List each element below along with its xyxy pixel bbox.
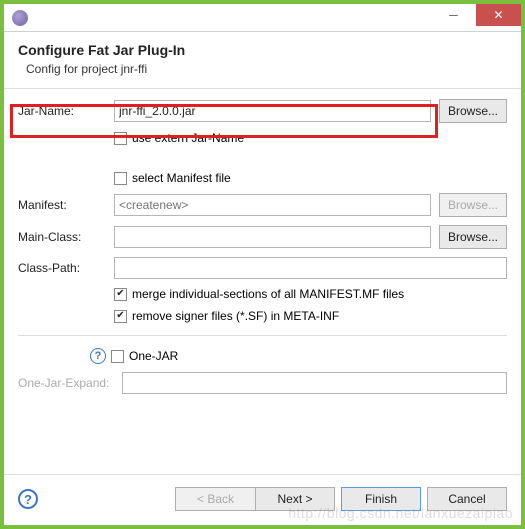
one-jar-expand-label: One-Jar-Expand: [18, 376, 114, 390]
use-extern-label: use extern Jar-Name [132, 131, 244, 145]
page-subtitle: Config for project jnr-ffi [18, 62, 507, 76]
select-manifest-checkbox[interactable] [114, 172, 127, 185]
dialog-window: ─ ✕ Configure Fat Jar Plug-In Config for… [4, 4, 521, 525]
use-extern-row: use extern Jar-Name [114, 131, 507, 145]
dialog-footer: ? < Back Next > Finish Cancel [4, 474, 521, 525]
page-title: Configure Fat Jar Plug-In [18, 42, 507, 58]
dialog-content: Jar-Name: Browse... use extern Jar-Name … [4, 89, 521, 474]
finish-button[interactable]: Finish [341, 487, 421, 511]
jar-name-input[interactable] [114, 100, 431, 122]
help-icon[interactable]: ? [90, 348, 106, 364]
class-path-row: Class-Path: [18, 257, 507, 279]
merge-sections-label: merge individual-sections of all MANIFES… [132, 287, 404, 301]
class-path-label: Class-Path: [18, 261, 106, 275]
one-jar-expand-row: One-Jar-Expand: [18, 372, 507, 394]
one-jar-expand-input [122, 372, 507, 394]
one-jar-label: One-JAR [129, 349, 178, 363]
next-button[interactable]: Next > [255, 487, 335, 511]
merge-sections-row: merge individual-sections of all MANIFES… [114, 287, 507, 301]
minimize-button[interactable]: ─ [431, 4, 476, 26]
one-jar-row: ? One-JAR [90, 348, 507, 364]
jar-name-label: Jar-Name: [18, 104, 106, 118]
remove-signer-row: remove signer files (*.SF) in META-INF [114, 309, 507, 323]
remove-signer-label: remove signer files (*.SF) in META-INF [132, 309, 339, 323]
eclipse-icon [12, 10, 28, 26]
back-button: < Back [175, 487, 255, 511]
merge-sections-checkbox[interactable] [114, 288, 127, 301]
main-class-browse-button[interactable]: Browse... [439, 225, 507, 249]
jar-name-browse-button[interactable]: Browse... [439, 99, 507, 123]
footer-help-icon[interactable]: ? [18, 489, 38, 509]
class-path-input[interactable] [114, 257, 507, 279]
titlebar: ─ ✕ [4, 4, 521, 32]
main-class-row: Main-Class: Browse... [18, 225, 507, 249]
use-extern-checkbox[interactable] [114, 132, 127, 145]
select-manifest-row: select Manifest file [114, 171, 507, 185]
cancel-button[interactable]: Cancel [427, 487, 507, 511]
main-class-label: Main-Class: [18, 230, 106, 244]
main-class-input[interactable] [114, 226, 431, 248]
manifest-input [114, 194, 431, 216]
dialog-header: Configure Fat Jar Plug-In Config for pro… [4, 32, 521, 89]
jar-name-row: Jar-Name: Browse... [18, 99, 507, 123]
remove-signer-checkbox[interactable] [114, 310, 127, 323]
select-manifest-label: select Manifest file [132, 171, 231, 185]
one-jar-checkbox[interactable] [111, 350, 124, 363]
manifest-row: Manifest: Browse... [18, 193, 507, 217]
close-button[interactable]: ✕ [476, 4, 521, 26]
manifest-browse-button: Browse... [439, 193, 507, 217]
manifest-label: Manifest: [18, 198, 106, 212]
divider [18, 335, 507, 336]
